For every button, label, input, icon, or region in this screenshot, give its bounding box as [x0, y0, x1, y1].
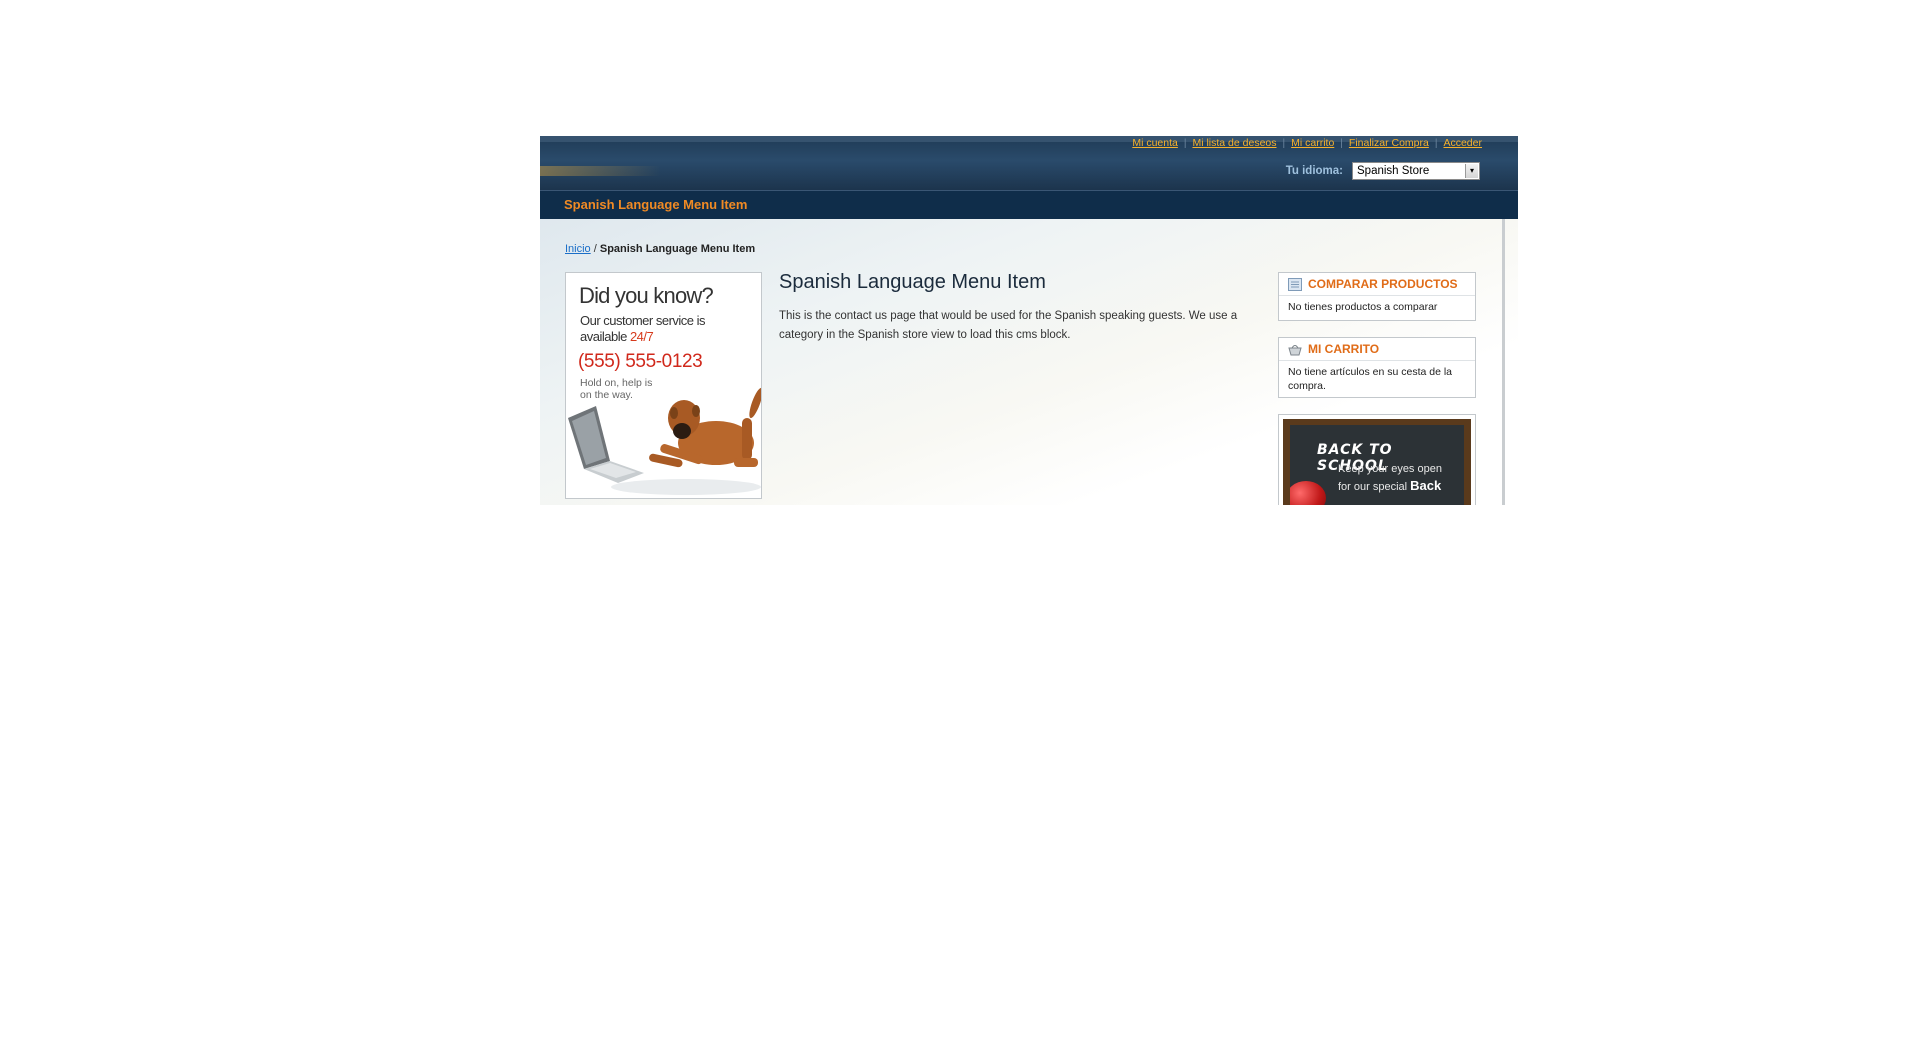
nav-item-spanish-language[interactable]: Spanish Language Menu Item: [564, 197, 747, 212]
quick-links: Mi cuenta | Mi lista de deseos | Mi carr…: [1132, 136, 1482, 150]
back-to-school-promo[interactable]: BACK TO SCHOOL Keep your eyes open for o…: [1278, 414, 1476, 505]
banner-line1: Our customer service is: [580, 313, 706, 328]
promo-line2-bold: Back: [1410, 478, 1442, 493]
link-my-cart[interactable]: Mi carrito: [1291, 137, 1334, 149]
breadcrumb-separator: /: [590, 243, 600, 255]
language-switcher: Tu idioma: Spanish Store ▾: [1286, 162, 1480, 180]
main-nav: Spanish Language Menu Item: [540, 190, 1518, 219]
chalkboard-frame: BACK TO SCHOOL Keep your eyes open for o…: [1283, 419, 1471, 505]
promo-line2-prefix: for our special: [1338, 481, 1411, 493]
separator: |: [1183, 137, 1187, 149]
store-page: Mi cuenta | Mi lista de deseos | Mi carr…: [540, 136, 1518, 505]
banner-title: Did you know?: [579, 283, 714, 308]
link-wishlist[interactable]: Mi lista de deseos: [1192, 137, 1276, 149]
compare-products-block: COMPARAR PRODUCTOS No tienes productos a…: [1278, 272, 1476, 321]
banner-line2-highlight: 24/7: [629, 329, 654, 344]
page-text: This is the contact us page that would b…: [779, 310, 1238, 341]
breadcrumb: Inicio / Spanish Language Menu Item: [565, 243, 755, 255]
link-checkout[interactable]: Finalizar Compra: [1349, 137, 1429, 149]
main-area: Inicio / Spanish Language Menu Item Did …: [540, 219, 1518, 505]
language-label: Tu idioma:: [1285, 165, 1343, 177]
chalkboard: BACK TO SCHOOL Keep your eyes open for o…: [1290, 425, 1464, 505]
separator: |: [1340, 137, 1343, 149]
separator: |: [1434, 137, 1438, 149]
header: Mi cuenta | Mi lista de deseos | Mi carr…: [540, 136, 1518, 190]
breadcrumb-current: Spanish Language Menu Item: [599, 243, 756, 255]
language-select[interactable]: Spanish Store ▾: [1352, 162, 1480, 180]
compare-list-icon: [1288, 277, 1302, 291]
page-title: Spanish Language Menu Item: [779, 271, 1046, 293]
apple-icon: [1290, 481, 1326, 505]
compare-products-title: COMPARAR PRODUCTOS: [1308, 277, 1458, 291]
link-my-account[interactable]: Mi cuenta: [1132, 137, 1178, 149]
header-glow: [540, 166, 660, 176]
chevron-down-icon[interactable]: ▾: [1465, 164, 1478, 178]
banner-subtitle: Our customer service is available 24/7: [580, 313, 730, 345]
mini-cart-header: MI CARRITO: [1279, 338, 1475, 361]
customer-service-banner[interactable]: Did you know? Our customer service is av…: [565, 272, 762, 499]
link-login[interactable]: Acceder: [1443, 137, 1482, 149]
compare-products-text: No tienes productos a comparar: [1288, 301, 1438, 313]
mini-cart-title: MI CARRITO: [1308, 342, 1380, 356]
banner-line2-prefix: available: [580, 329, 630, 344]
promo-line1: Keep your eyes open: [1338, 463, 1442, 475]
language-selected-value: Spanish Store: [1357, 165, 1430, 177]
mini-cart-text: No tiene artículos en su cesta de la com…: [1288, 366, 1453, 392]
mini-cart-block: MI CARRITO No tiene artículos en su cest…: [1278, 337, 1476, 398]
separator: |: [1282, 137, 1286, 149]
dog-laptop-illustration: [568, 387, 761, 495]
compare-products-header: COMPARAR PRODUCTOS: [1279, 273, 1475, 296]
banner-phone: (555) 555-0123: [578, 351, 703, 372]
promo-line2: for our special Back: [1338, 478, 1441, 493]
breadcrumb-home-link[interactable]: Inicio: [565, 243, 591, 255]
cart-basket-icon: [1288, 344, 1302, 355]
content-edge: [1502, 219, 1505, 505]
